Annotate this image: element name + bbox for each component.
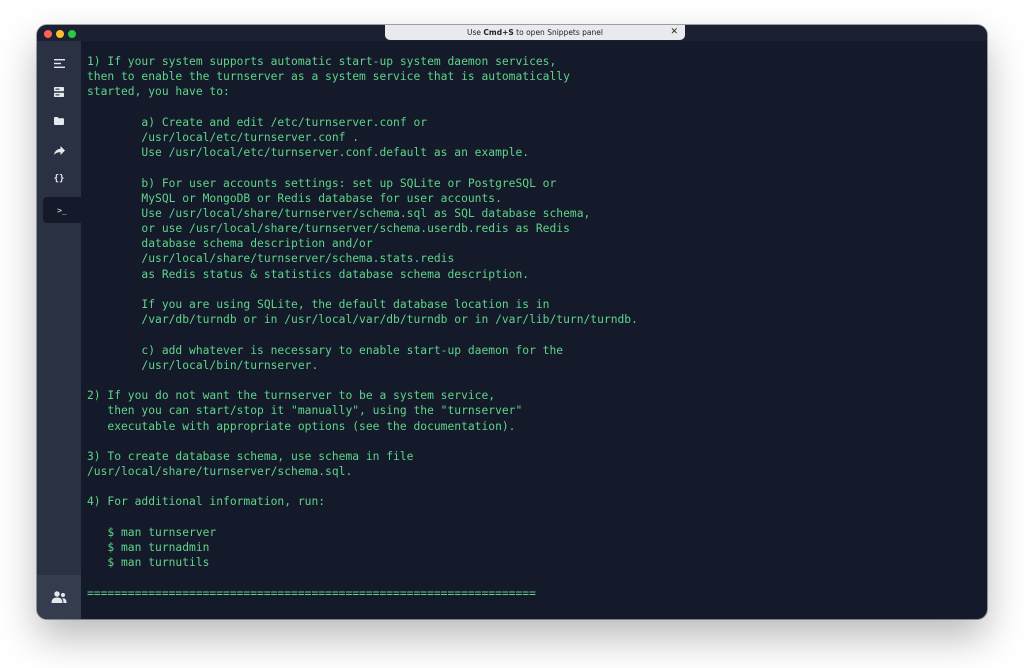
sidebar: {} >_ bbox=[37, 41, 81, 619]
terminal-line: Use /usr/local/etc/turnserver.conf.defau… bbox=[87, 146, 530, 160]
terminal-line: /usr/local/bin/turnserver. bbox=[87, 358, 319, 372]
terminal-line: a) Create and edit /etc/turnserver.conf … bbox=[87, 115, 428, 129]
folder-icon[interactable] bbox=[37, 108, 81, 134]
terminal-line: 4) For additional information, run: bbox=[87, 495, 326, 509]
port-forward-icon[interactable] bbox=[37, 137, 81, 163]
terminal-line: /usr/local/share/turnserver/schema.sql. bbox=[87, 465, 353, 479]
terminal-line: then to enable the turnserver as a syste… bbox=[87, 70, 570, 84]
window-minimize-button[interactable] bbox=[56, 30, 64, 38]
terminal-line: 2) If you do not want the turnserver to … bbox=[87, 389, 496, 403]
terminal-line: Use /usr/local/share/turnserver/schema.s… bbox=[87, 206, 591, 220]
terminal-line: or use /usr/local/share/turnserver/schem… bbox=[87, 222, 570, 236]
terminal-line: executable with appropriate options (see… bbox=[87, 419, 516, 433]
window-close-button[interactable] bbox=[44, 30, 52, 38]
terminal-line: then you can start/stop it "manually", u… bbox=[87, 404, 523, 418]
banner-shortcut: Cmd+S bbox=[483, 28, 514, 37]
window-maximize-button[interactable] bbox=[68, 30, 76, 38]
title-bar: Use Cmd+S to open Snippets panel ✕ bbox=[37, 25, 987, 41]
terminal-line: 3) To create database schema, use schema… bbox=[87, 449, 414, 463]
terminal-line: $ man turnutils bbox=[87, 556, 210, 570]
app-window: Use Cmd+S to open Snippets panel ✕ {} >_… bbox=[37, 25, 987, 619]
terminal-line: b) For user accounts settings: set up SQ… bbox=[87, 176, 557, 190]
terminal-line: If you are using SQLite, the default dat… bbox=[87, 298, 550, 311]
terminal-line: started, you have to: bbox=[87, 85, 230, 99]
banner-suffix: to open Snippets panel bbox=[513, 28, 603, 37]
terminal-line: MySQL or MongoDB or Redis database for u… bbox=[87, 191, 502, 205]
terminal-line: $ man turnserver bbox=[87, 525, 217, 539]
terminal-line: /usr/local/etc/turnserver.conf . bbox=[87, 130, 360, 144]
terminal-line: ========================================… bbox=[87, 586, 536, 600]
team-icon[interactable] bbox=[37, 575, 81, 619]
banner-prefix: Use bbox=[467, 28, 484, 37]
terminal-line: /usr/local/share/turnserver/schema.stats… bbox=[87, 252, 455, 266]
snippets-icon[interactable]: {} bbox=[37, 166, 81, 192]
banner-close-icon[interactable]: ✕ bbox=[670, 25, 678, 40]
terminal-line: as Redis status & statistics database sc… bbox=[87, 267, 530, 281]
terminal-line: database schema description and/or bbox=[87, 237, 373, 251]
hosts-icon[interactable] bbox=[37, 50, 81, 76]
terminal-line: /var/db/turndb or in /usr/local/var/db/t… bbox=[87, 313, 638, 327]
terminal-line: c) add whatever is necessary to enable s… bbox=[87, 343, 564, 357]
servers-icon[interactable] bbox=[37, 79, 81, 105]
terminal-line: $ man turnadmin bbox=[87, 541, 210, 554]
terminal-icon[interactable]: >_ bbox=[43, 197, 81, 223]
terminal-output[interactable]: 1) If your system supports automatic sta… bbox=[87, 54, 977, 614]
terminal-line: 1) If your system supports automatic sta… bbox=[87, 55, 557, 68]
snippets-hint-banner: Use Cmd+S to open Snippets panel ✕ bbox=[385, 25, 685, 40]
